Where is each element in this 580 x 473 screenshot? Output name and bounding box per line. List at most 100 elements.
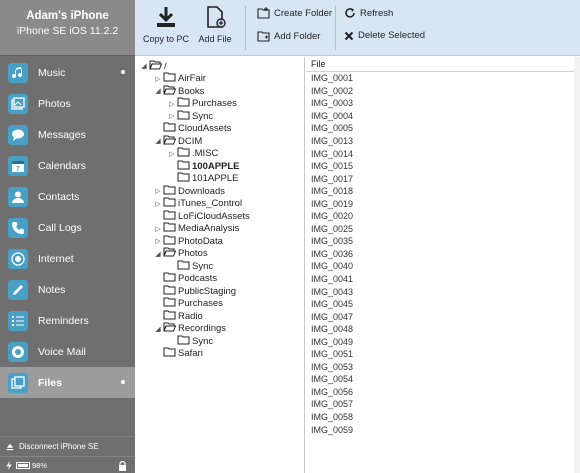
sidebar-item-photos[interactable]: Photos — [0, 88, 135, 119]
expand-open-icon[interactable]: ◢ — [153, 87, 163, 95]
tree-folder-label: Recordings — [178, 323, 227, 335]
tree-folder[interactable]: ◢ / — [139, 60, 167, 73]
tree-folder[interactable]: ▷ AirFair — [153, 72, 206, 86]
tree-folder[interactable]: Safari — [153, 347, 203, 361]
folder-open-icon — [163, 247, 177, 260]
tree-folder[interactable]: Sync — [167, 260, 213, 273]
file-row[interactable]: IMG_0035 — [307, 235, 580, 248]
create-folder-icon — [257, 7, 270, 19]
file-row[interactable]: IMG_0048 — [307, 323, 580, 336]
expand-closed-icon[interactable]: ▷ — [167, 100, 177, 108]
tree-folder[interactable]: 101APPLE — [167, 172, 238, 186]
tree-folder[interactable]: ▷ Sync — [167, 110, 213, 123]
sidebar-item-label: Photos — [38, 97, 71, 110]
tree-folder[interactable]: ▷ PhotoData — [153, 235, 223, 248]
file-row[interactable]: IMG_0001 — [307, 72, 580, 85]
file-row[interactable]: IMG_0049 — [307, 335, 580, 348]
file-row[interactable]: IMG_0040 — [307, 260, 580, 273]
file-row[interactable]: IMG_0047 — [307, 310, 580, 323]
expand-closed-icon[interactable]: ▷ — [153, 75, 163, 83]
delete-selected-button[interactable]: Delete Selected — [344, 30, 425, 41]
expand-closed-icon[interactable]: ▷ — [167, 112, 177, 120]
expand-closed-icon[interactable]: ▷ — [167, 150, 177, 158]
add-folder-button[interactable]: Add Folder — [257, 30, 320, 42]
file-row[interactable]: IMG_0043 — [307, 285, 580, 298]
file-row[interactable]: IMG_0045 — [307, 298, 580, 311]
file-row[interactable]: IMG_0013 — [307, 135, 580, 148]
tree-folder[interactable]: ◢ Recordings — [153, 322, 227, 336]
expand-closed-icon[interactable]: ▷ — [153, 237, 163, 245]
expand-open-icon[interactable]: ◢ — [153, 250, 163, 258]
expand-closed-icon[interactable]: ▷ — [153, 200, 163, 208]
file-row[interactable]: IMG_0018 — [307, 185, 580, 198]
file-row[interactable]: IMG_0053 — [307, 361, 580, 374]
expand-closed-icon[interactable]: ▷ — [153, 225, 163, 233]
delete-selected-label: Delete Selected — [358, 30, 426, 41]
sidebar-item-contacts[interactable]: Contacts — [0, 181, 135, 212]
tree-folder[interactable]: Radio — [153, 310, 203, 323]
tree-folder[interactable]: ▷ Purchases — [167, 97, 237, 111]
sidebar-item-internet[interactable]: Internet — [0, 243, 135, 274]
sidebar-item-label: Internet — [38, 252, 74, 265]
tree-folder[interactable]: ◢ DCIM — [153, 135, 202, 148]
refresh-button[interactable]: Refresh — [344, 7, 393, 19]
sidebar-item-messages[interactable]: Messages — [0, 119, 135, 150]
tree-folder[interactable]: ▷ MediaAnalysis — [153, 222, 239, 236]
tree-folder-label: PhotoData — [178, 235, 223, 247]
add-file-button[interactable]: Add File — [195, 4, 235, 44]
sidebar-item-label: Music — [38, 66, 66, 79]
tree-folder[interactable]: Sync — [167, 335, 213, 348]
expand-closed-icon[interactable]: ▷ — [153, 187, 163, 195]
file-row[interactable]: IMG_0002 — [307, 85, 580, 98]
file-row[interactable]: IMG_0017 — [307, 172, 580, 185]
file-row[interactable]: IMG_0056 — [307, 386, 580, 399]
file-row[interactable]: IMG_0058 — [307, 411, 580, 424]
sidebar-item-call-logs[interactable]: Call Logs — [0, 212, 135, 243]
file-row[interactable]: IMG_0004 — [307, 110, 580, 123]
folder-icon — [163, 222, 176, 235]
tree-folder[interactable]: Podcasts — [153, 272, 217, 286]
file-column-header[interactable]: File — [307, 57, 580, 72]
file-list-scrollbar[interactable] — [574, 57, 580, 473]
file-row[interactable]: IMG_0019 — [307, 197, 580, 210]
tree-folder-label: AirFair — [178, 73, 206, 85]
create-folder-button[interactable]: Create Folder — [257, 7, 332, 19]
tree-folder[interactable]: ▷ iTunes_Control — [153, 197, 242, 211]
file-row[interactable]: IMG_0025 — [307, 223, 580, 236]
sidebar-item-calendars[interactable]: 7 Calendars — [0, 150, 135, 181]
tree-folder[interactable]: LoFiCloudAssets — [153, 210, 250, 223]
file-row[interactable]: IMG_0014 — [307, 147, 580, 160]
folder-open-icon — [163, 85, 177, 98]
sidebar-item-reminders[interactable]: Reminders — [0, 305, 135, 336]
tree-folder[interactable]: 100APPLE — [167, 160, 240, 173]
file-row[interactable]: IMG_0003 — [307, 97, 580, 110]
file-row[interactable]: IMG_0059 — [307, 423, 580, 436]
disconnect-button[interactable]: Disconnect iPhone SE — [0, 436, 135, 456]
file-row[interactable]: IMG_0015 — [307, 160, 580, 173]
tree-folder[interactable]: PublicStaging — [153, 285, 236, 298]
file-row[interactable]: IMG_0020 — [307, 210, 580, 223]
sidebar-item-music[interactable]: Music — [0, 57, 135, 88]
copy-to-pc-button[interactable]: Copy to PC — [141, 4, 191, 44]
toolbar-separator — [245, 6, 246, 50]
file-row[interactable]: IMG_0005 — [307, 122, 580, 135]
sidebar-item-files[interactable]: Files — [0, 367, 135, 398]
file-row[interactable]: IMG_0057 — [307, 398, 580, 411]
sidebar-item-label: Files — [38, 376, 62, 389]
file-row[interactable]: IMG_0051 — [307, 348, 580, 361]
file-row[interactable]: IMG_0041 — [307, 273, 580, 286]
sidebar-item-notes[interactable]: Notes — [0, 274, 135, 305]
sidebar-item-voice-mail[interactable]: Voice Mail — [0, 336, 135, 367]
expand-open-icon[interactable]: ◢ — [153, 137, 163, 145]
tree-folder[interactable]: Purchases — [153, 297, 223, 311]
tree-folder[interactable]: ◢ Photos — [153, 247, 208, 261]
expand-open-icon[interactable]: ◢ — [153, 325, 163, 333]
file-row[interactable]: IMG_0054 — [307, 373, 580, 386]
file-row[interactable]: IMG_0036 — [307, 248, 580, 261]
folder-open-icon — [163, 135, 177, 148]
tree-folder[interactable]: ◢ Books — [153, 85, 204, 98]
tree-folder[interactable]: CloudAssets — [153, 122, 231, 136]
tree-folder[interactable]: ▷ .MISC — [167, 147, 218, 161]
tree-folder[interactable]: ▷ Downloads — [153, 185, 225, 198]
expand-open-icon[interactable]: ◢ — [139, 62, 149, 70]
